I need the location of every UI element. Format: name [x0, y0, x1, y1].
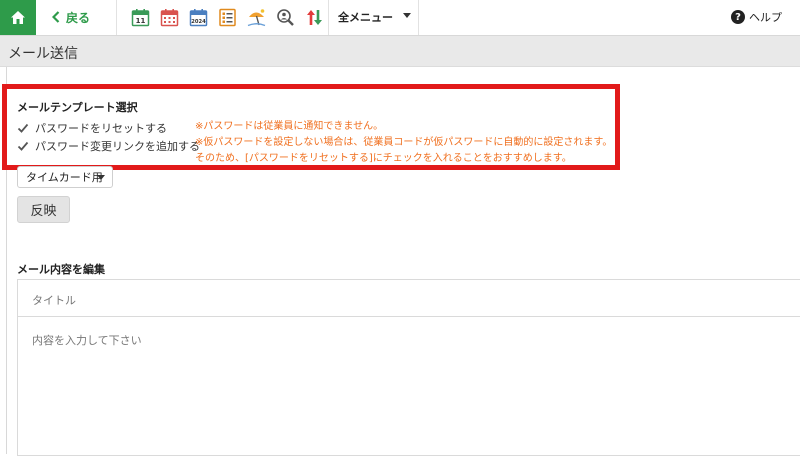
page-title-bar: メール送信	[0, 36, 800, 67]
template-section-title: メールテンプレート選択	[17, 101, 138, 114]
edit-section-title: メール内容を編集	[17, 263, 105, 276]
password-notice-3: そのため、[パスワードをリセットする]にチェックを入れることをおすすめします。	[195, 153, 572, 164]
home-icon	[11, 10, 25, 24]
chevron-down-icon[interactable]	[403, 13, 411, 18]
template-select-value: タイムカード用	[26, 171, 103, 184]
calendar-year-icon[interactable]: 2024	[189, 8, 208, 27]
toolbar-divider	[418, 0, 419, 35]
all-menu-button[interactable]: 全メニュー	[338, 9, 393, 25]
chevron-left-icon	[52, 11, 60, 23]
mail-body-input[interactable]: 内容を入力して下さい	[17, 316, 800, 456]
template-select[interactable]: タイムカード用	[17, 166, 113, 188]
reset-password-checkbox[interactable]: パスワードをリセットする	[17, 120, 167, 136]
back-button[interactable]: 戻る	[52, 7, 90, 27]
calendar-month-icon[interactable]	[160, 8, 179, 27]
help-icon: ?	[731, 10, 745, 24]
top-toolbar: 戻る 11 2024 全メニュー ? ヘルプ	[0, 0, 800, 36]
vacation-icon[interactable]	[247, 8, 266, 27]
chevron-down-icon	[97, 175, 105, 180]
add-password-link-label: パスワード変更リンクを追加する	[35, 140, 200, 153]
toolbar-divider	[328, 0, 329, 35]
sort-arrows-icon[interactable]	[305, 8, 324, 27]
back-label: 戻る	[66, 10, 91, 25]
reset-password-label: パスワードをリセットする	[35, 122, 167, 135]
calendar-day-icon[interactable]: 11	[131, 8, 150, 27]
toolbar-divider	[116, 0, 117, 35]
search-person-icon[interactable]	[276, 8, 295, 27]
help-label: ヘルプ	[749, 11, 782, 24]
calendar-year-number: 2024	[191, 19, 206, 25]
list-icon[interactable]	[218, 8, 237, 27]
password-notice-1: ※パスワードは従業員に通知できません。	[195, 121, 384, 132]
home-button[interactable]	[0, 0, 36, 35]
checkmark-icon	[17, 122, 29, 134]
checkmark-icon	[17, 140, 29, 152]
help-button[interactable]: ? ヘルプ	[731, 9, 782, 25]
calendar-day-number: 11	[136, 17, 146, 25]
page-title: メール送信	[8, 46, 78, 62]
add-password-link-checkbox[interactable]: パスワード変更リンクを追加する	[17, 138, 200, 154]
apply-button[interactable]: 反映	[17, 196, 70, 223]
password-notice-2: ※仮パスワードを設定しない場合は、従業員コードが仮パスワードに自動的に設定されま…	[195, 137, 613, 148]
mail-title-input[interactable]: タイトル	[17, 279, 800, 317]
